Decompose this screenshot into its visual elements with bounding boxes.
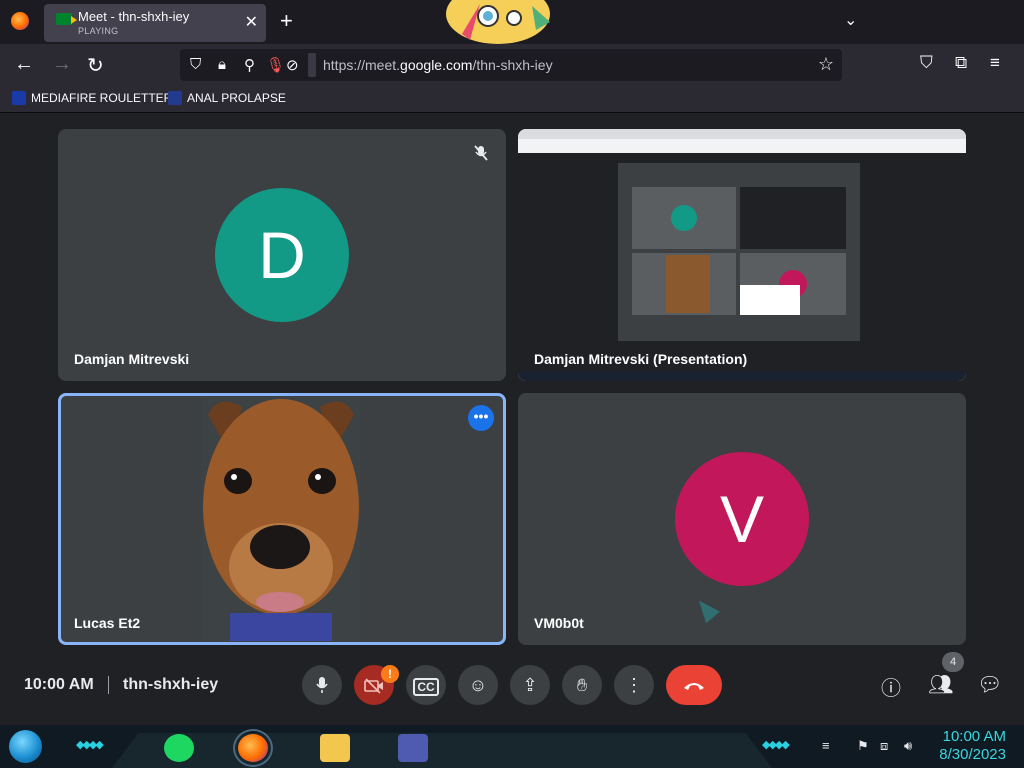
leave-call-button[interactable]: [666, 665, 722, 705]
mic-icon: [316, 677, 328, 693]
file-explorer-icon[interactable]: [320, 734, 350, 762]
participant-tile-vm0b0t[interactable]: V VM0b0t: [518, 393, 966, 645]
forward-icon[interactable]: →: [52, 53, 72, 76]
firefox-icon[interactable]: [11, 12, 29, 30]
avatar: D: [215, 188, 349, 322]
bookmark-mediafire[interactable]: MEDIAFIRE ROULETTER: [12, 91, 172, 105]
tab-bar: Meet - thn-shxh-iey PLAYING ✕ + ⌄: [0, 0, 1024, 44]
volume-icon[interactable]: 🔊︎: [904, 738, 912, 754]
shield-icon[interactable]: ⛉: [190, 56, 201, 73]
pocket-icon[interactable]: ⛉: [920, 53, 933, 73]
url-bar[interactable]: ⛉ 🔒︎ ⚲ 🎙︎ ⊘ https://meet.google.com/thn-…: [180, 49, 842, 81]
network-icon[interactable]: ⧈: [880, 738, 888, 754]
new-tab-icon[interactable]: +: [280, 8, 293, 34]
clock-date: 8/30/2023: [939, 746, 1006, 763]
present-button[interactable]: ⇪: [510, 665, 550, 705]
avatar: V: [675, 452, 809, 586]
taskbar-frame: [112, 733, 772, 768]
emoji-button[interactable]: ☺: [458, 665, 498, 705]
microphone-icon[interactable]: 🎙︎: [266, 56, 285, 74]
meet-stage: D Damjan Mitrevski Damjan Mitrevski (Pre…: [0, 113, 1024, 725]
participant-name: VM0b0t: [534, 615, 584, 631]
more-options-icon[interactable]: •••: [468, 405, 494, 431]
meet-favicon-icon: [56, 13, 77, 25]
camera-off-icon: [364, 678, 383, 694]
participant-tile-lucas[interactable]: ••• Lucas Et2: [58, 393, 506, 645]
meeting-code: thn-shxh-iey: [123, 676, 219, 693]
tab-status: PLAYING: [78, 26, 119, 36]
bookmarks-bar: MEDIAFIRE ROULETTER ANAL PROLAPSE: [0, 86, 1024, 113]
divider: [108, 676, 109, 694]
more-icon: ⋮: [625, 675, 643, 695]
participant-name: Damjan Mitrevski: [74, 351, 190, 367]
participant-count-badge: 4: [942, 652, 964, 672]
show-hidden-icons-icon[interactable]: ≡: [822, 738, 830, 753]
info-icon[interactable]: ⓘ: [881, 672, 901, 701]
hand-icon: ✋︎: [576, 675, 588, 695]
sticker-image: [440, 0, 560, 46]
bookmark-star-icon[interactable]: ☆: [818, 54, 834, 75]
participant-tile-presentation[interactable]: Damjan Mitrevski (Presentation): [518, 129, 966, 381]
spotify-icon[interactable]: [164, 734, 194, 762]
decoration: ◆◆◆◆: [76, 739, 104, 751]
clock-time: 10:00 AM: [942, 728, 1006, 745]
list-all-tabs-icon[interactable]: ⌄: [844, 10, 857, 30]
lock-icon[interactable]: 🔒︎: [218, 56, 226, 73]
emoji-icon: ☺: [468, 675, 488, 695]
tab-title: Meet - thn-shxh-iey: [78, 9, 190, 24]
reload-icon[interactable]: ↻: [87, 53, 104, 78]
muted-mic-icon: [474, 145, 488, 161]
bookmark-2[interactable]: ANAL PROLAPSE: [168, 91, 286, 105]
close-tab-icon[interactable]: ✕: [245, 12, 258, 32]
start-button-icon[interactable]: [9, 730, 42, 763]
firefox-taskbar-icon[interactable]: [233, 729, 273, 767]
camera-blocked-icon[interactable]: ⊘: [286, 56, 299, 74]
mic-button[interactable]: [302, 665, 342, 705]
meeting-time: 10:00 AM: [24, 676, 94, 693]
captions-button[interactable]: CC: [406, 665, 446, 705]
window-app-icon[interactable]: [398, 734, 428, 762]
back-icon[interactable]: ←: [14, 53, 34, 76]
permissions-icon[interactable]: ⚲: [244, 56, 255, 74]
system-clock[interactable]: 10:00 AM 8/30/2023: [939, 728, 1006, 764]
flag-icon[interactable]: ⚑: [857, 738, 869, 754]
presentation-screen: [518, 129, 966, 381]
participant-name: Lucas Et2: [74, 615, 141, 631]
captions-icon: CC: [413, 678, 439, 696]
url-text[interactable]: https://meet.google.com/thn-shxh-iey: [323, 57, 553, 73]
tab-meet[interactable]: Meet - thn-shxh-iey PLAYING ✕: [44, 4, 266, 42]
chat-icon[interactable]: 💬︎: [977, 672, 1002, 697]
leave-call-icon: [684, 683, 704, 690]
participant-tile-damjan[interactable]: D Damjan Mitrevski: [58, 129, 506, 381]
nav-bar: ← → ↻ ⛉ 🔒︎ ⚲ 🎙︎ ⊘ https://meet.google.co…: [0, 44, 1024, 86]
taskbar: ◆◆◆◆ ◆◆◆◆ ≡ ⚑ ⧈ 🔊︎ 10:00 AM 8/30/2023: [0, 725, 1024, 768]
more-options-button[interactable]: ⋮: [614, 665, 654, 705]
warning-badge-icon: !: [381, 665, 399, 683]
url-separator: [308, 53, 316, 77]
present-icon: ⇪: [522, 675, 538, 695]
mediafire-icon: [12, 91, 26, 105]
camera-video: [202, 397, 360, 641]
extensions-icon[interactable]: ⧉: [955, 53, 967, 73]
bookmark-icon: [168, 91, 182, 105]
raise-hand-button[interactable]: ✋︎: [562, 665, 602, 705]
people-icon[interactable]: 👥︎: [928, 672, 953, 697]
menu-icon[interactable]: ≡: [990, 53, 1000, 73]
participant-name: Damjan Mitrevski (Presentation): [534, 351, 748, 367]
decoration: ◆◆◆◆: [762, 739, 790, 751]
